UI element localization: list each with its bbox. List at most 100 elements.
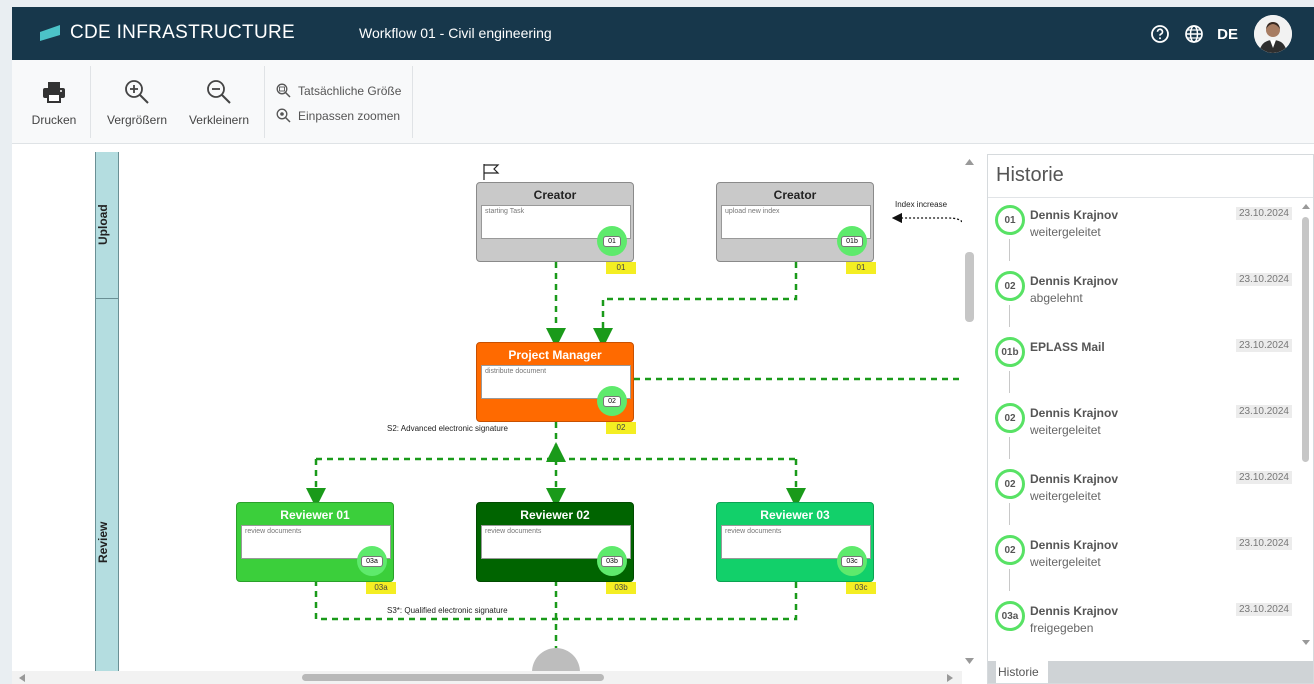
printer-icon xyxy=(41,78,67,106)
toolbar: Drucken Vergrößern Verkleinern Tatsächli… xyxy=(12,60,1314,144)
scrollbar-thumb[interactable] xyxy=(302,674,604,681)
node-project-manager[interactable]: Project Manager distribute document 02 0… xyxy=(476,342,636,434)
scroll-down-icon[interactable] xyxy=(1302,639,1310,646)
history-date: 23.10.2024 xyxy=(1235,471,1292,484)
print-label: Drucken xyxy=(31,113,77,127)
globe-icon[interactable] xyxy=(1183,23,1205,45)
step-badge-label: 03c xyxy=(841,555,863,567)
node-creator-index[interactable]: Creator upload new index 01b 01 xyxy=(716,182,876,274)
node-title: Reviewer 01 xyxy=(280,508,350,522)
actual-size-button[interactable]: Tatsächliche Größe xyxy=(276,83,401,98)
zoom-out-icon xyxy=(205,78,233,106)
fit-zoom-button[interactable]: Einpassen zoomen xyxy=(276,108,400,123)
step-badge-label: 02 xyxy=(603,395,621,407)
scroll-up-icon[interactable] xyxy=(965,158,974,166)
history-date: 23.10.2024 xyxy=(1235,207,1292,220)
step-badge[interactable]: 02 xyxy=(597,386,627,416)
step-badge-label: 03b xyxy=(601,555,623,567)
history-item[interactable]: 03a Dennis Krajnov freigegeben 23.10.202… xyxy=(988,595,1300,661)
language-switch[interactable]: DE xyxy=(1217,26,1238,43)
history-step-badge: 03a xyxy=(995,601,1025,631)
history-item[interactable]: 02 Dennis Krajnov weitergeleitet 23.10.2… xyxy=(988,397,1300,463)
scrollbar-thumb[interactable] xyxy=(965,252,974,322)
top-actions: DE xyxy=(1149,15,1292,53)
node-reviewer-02[interactable]: Reviewer 02 review documents 03b 03b xyxy=(476,502,636,594)
step-badge[interactable]: 03a xyxy=(357,546,387,576)
canvas-vertical-scrollbar[interactable] xyxy=(962,152,977,672)
history-status: weitergeleitet xyxy=(1030,555,1101,569)
step-badge-label: 01b xyxy=(841,235,863,247)
history-user: EPLASS Mail xyxy=(1030,340,1105,354)
history-status: weitergeleitet xyxy=(1030,225,1101,239)
actual-size-label: Tatsächliche Größe xyxy=(298,83,402,98)
step-badge[interactable]: 01b xyxy=(837,226,867,256)
history-panel: Historie 01 Dennis Krajnov weitergeleite… xyxy=(987,154,1314,684)
avatar[interactable] xyxy=(1254,15,1292,53)
scroll-up-icon[interactable] xyxy=(1302,203,1310,210)
history-step-badge: 02 xyxy=(995,403,1025,433)
zoom-out-label: Verkleinern xyxy=(188,113,250,127)
step-badge[interactable]: 03b xyxy=(597,546,627,576)
toolbar-divider xyxy=(264,66,265,138)
step-badge[interactable]: 03c xyxy=(837,546,867,576)
zoom-in-label: Vergrößern xyxy=(106,113,168,127)
fit-zoom-label: Einpassen zoomen xyxy=(298,108,401,123)
timeline-connector xyxy=(1009,503,1010,525)
history-scrollbar[interactable] xyxy=(1299,199,1312,661)
history-date: 23.10.2024 xyxy=(1235,405,1292,418)
top-bar: CDE INFRASTRUCTURE Workflow 01 - Civil e… xyxy=(12,7,1314,60)
history-date: 23.10.2024 xyxy=(1235,537,1292,550)
step-tag: 03b xyxy=(606,582,636,594)
zoom-out-button[interactable]: Verkleinern xyxy=(184,60,254,144)
tab-historie[interactable]: Historie xyxy=(996,661,1048,683)
history-user: Dennis Krajnov xyxy=(1030,472,1119,486)
app-window: CDE INFRASTRUCTURE Workflow 01 - Civil e… xyxy=(12,7,1314,684)
history-item[interactable]: 01b EPLASS Mail 23.10.2024 xyxy=(988,331,1300,397)
help-icon[interactable] xyxy=(1149,23,1171,45)
node-reviewer-03[interactable]: Reviewer 03 review documents 03c 03c xyxy=(716,502,876,594)
history-status: freigegeben xyxy=(1030,621,1094,635)
history-date: 23.10.2024 xyxy=(1235,339,1292,352)
node-title: Reviewer 02 xyxy=(520,508,590,522)
scroll-right-icon[interactable] xyxy=(946,674,954,682)
history-item[interactable]: 02 Dennis Krajnov weitergeleitet 23.10.2… xyxy=(988,463,1300,529)
node-reviewer-01[interactable]: Reviewer 01 review documents 03a 03a xyxy=(236,502,396,594)
step-badge[interactable]: 01 xyxy=(597,226,627,256)
step-tag: 01 xyxy=(606,262,636,274)
step-tag: 03c xyxy=(846,582,876,594)
scrollbar-thumb[interactable] xyxy=(1302,217,1309,462)
history-item[interactable]: 02 Dennis Krajnov abgelehnt 23.10.2024 xyxy=(988,265,1300,331)
history-step-badge: 01b xyxy=(995,337,1025,367)
history-item[interactable]: 02 Dennis Krajnov weitergeleitet 23.10.2… xyxy=(988,529,1300,595)
node-title: Creator xyxy=(773,188,817,202)
history-step-badge: 02 xyxy=(995,535,1025,565)
scroll-left-icon[interactable] xyxy=(18,674,26,682)
node-title: Creator xyxy=(533,188,577,202)
scroll-down-icon[interactable] xyxy=(965,657,974,665)
toolbar-divider xyxy=(90,66,91,138)
print-button[interactable]: Drucken xyxy=(28,60,80,144)
history-title: Historie xyxy=(988,155,1313,198)
step-tag: 01 xyxy=(846,262,876,274)
index-increase-label: Index increase xyxy=(895,200,948,209)
workflow-canvas[interactable]: Upload Review Index increase S2: Advance… xyxy=(12,152,977,684)
zoom-fit-icon xyxy=(276,108,291,123)
history-status: weitergeleitet xyxy=(1030,423,1101,437)
node-creator-start[interactable]: Creator starting Task 01 01 xyxy=(476,182,636,274)
history-status: weitergeleitet xyxy=(1030,489,1101,503)
history-list[interactable]: 01 Dennis Krajnov weitergeleitet 23.10.2… xyxy=(988,199,1300,661)
zoom-in-button[interactable]: Vergrößern xyxy=(102,60,172,144)
history-item[interactable]: 01 Dennis Krajnov weitergeleitet 23.10.2… xyxy=(988,199,1300,265)
timeline-connector xyxy=(1009,569,1010,591)
zoom-actual-icon xyxy=(276,83,291,98)
canvas-horizontal-scrollbar[interactable] xyxy=(12,671,962,684)
history-user: Dennis Krajnov xyxy=(1030,604,1119,618)
timeline-connector xyxy=(1009,305,1010,327)
node-title: Project Manager xyxy=(508,348,602,362)
history-status: abgelehnt xyxy=(1030,291,1083,305)
history-step-badge: 02 xyxy=(995,469,1025,499)
history-date: 23.10.2024 xyxy=(1235,273,1292,286)
zoom-in-icon xyxy=(123,78,151,106)
history-user: Dennis Krajnov xyxy=(1030,274,1119,288)
timeline-connector xyxy=(1009,371,1010,393)
